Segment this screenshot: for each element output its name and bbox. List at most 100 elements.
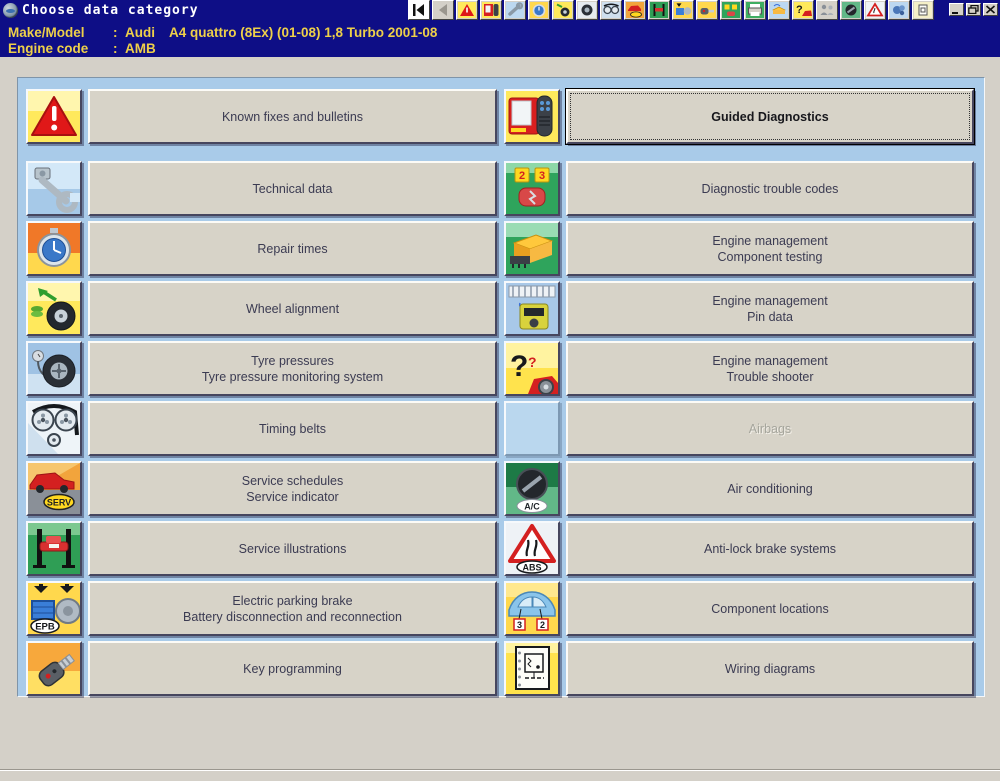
make-model-label: Make/Model: [8, 25, 113, 40]
timing-belts-toolbar-button[interactable]: [600, 0, 622, 20]
airbags-icon: [504, 401, 560, 456]
category-button-timing-belts[interactable]: Timing belts: [88, 401, 497, 456]
button-label: Technical data: [253, 181, 333, 197]
button-label: Known fixes and bulletins: [222, 109, 363, 125]
guided-diagnostics-toolbar-button[interactable]: [480, 0, 502, 20]
category-button-component-locations[interactable]: Component locations: [566, 581, 974, 636]
assistance-toolbar-button[interactable]: [816, 0, 838, 20]
key-programming-toolbar-button[interactable]: [696, 0, 718, 20]
wiring-diagrams-icon[interactable]: [504, 641, 560, 696]
category-button-abs[interactable]: Anti-lock brake systems: [566, 521, 974, 576]
air-conditioning-toolbar-button[interactable]: [840, 0, 862, 20]
category-button-repair-times[interactable]: Repair times: [88, 221, 497, 276]
component-locations-toolbar-button[interactable]: [912, 0, 934, 20]
service-schedules-icon: [626, 2, 644, 18]
category-row: SERV Service schedulesService indicator …: [26, 461, 984, 516]
category-button-tyre-pressures[interactable]: Tyre pressuresTyre pressure monitoring s…: [88, 341, 497, 396]
category-row: Known fixes and bulletins Guided Diagnos…: [26, 89, 984, 144]
repair-times-icon[interactable]: [26, 221, 82, 276]
air-conditioning-icon[interactable]: A/C: [504, 461, 560, 516]
restore-button[interactable]: [966, 3, 981, 16]
abs-icon: [866, 2, 884, 18]
electric-parking-brake-icon[interactable]: EPB: [26, 581, 82, 636]
category-row: Key programming Wiring diagrams: [26, 641, 984, 696]
abs-icon[interactable]: ABS: [504, 521, 560, 576]
category-button-wheel-alignment[interactable]: Wheel alignment: [88, 281, 497, 336]
button-label: Timing belts: [259, 421, 326, 437]
category-button-wiring-diagrams[interactable]: Wiring diagrams: [566, 641, 974, 696]
service-schedules-toolbar-button[interactable]: [624, 0, 646, 20]
button-label: Air conditioning: [727, 481, 812, 497]
technical-data-icon: [506, 2, 524, 18]
guided-diagnostics-icon[interactable]: [504, 89, 560, 144]
guided-diagnostics-icon: [482, 2, 500, 18]
wiring-diagrams-toolbar-button[interactable]: [888, 0, 910, 20]
category-button-guided-diagnostics[interactable]: Guided Diagnostics: [566, 89, 974, 144]
tyre-pressures-icon[interactable]: [26, 341, 82, 396]
wheel-alignment-icon: [554, 2, 572, 18]
repair-times-icon: [530, 2, 548, 18]
category-panel: Known fixes and bulletins Guided Diagnos…: [17, 77, 985, 697]
component-locations-icon[interactable]: 32: [504, 581, 560, 636]
svg-text:3: 3: [539, 170, 545, 182]
diagnostic-trouble-codes-toolbar-button[interactable]: [720, 0, 742, 20]
component-locations-icon: [914, 2, 932, 18]
category-button-known-fixes[interactable]: Known fixes and bulletins: [88, 89, 497, 144]
category-button-diagnostic-trouble-codes[interactable]: Diagnostic trouble codes: [566, 161, 974, 216]
tyre-pressures-toolbar-button[interactable]: [576, 0, 598, 20]
technical-data-icon[interactable]: [26, 161, 82, 216]
electric-parking-brake-icon: [674, 2, 692, 18]
button-label: Repair times: [257, 241, 327, 257]
minimize-button[interactable]: [949, 3, 964, 16]
known-fixes-toolbar-button[interactable]: [456, 0, 478, 20]
timing-belts-icon: [602, 2, 620, 18]
button-label: Service schedules: [242, 473, 343, 489]
assistance-icon: [818, 2, 836, 18]
main-background: Known fixes and bulletins Guided Diagnos…: [0, 57, 1000, 724]
close-button[interactable]: [983, 3, 998, 16]
abs-toolbar-button[interactable]: [864, 0, 886, 20]
category-button-engine-trouble-shooter[interactable]: Engine managementTrouble shooter: [566, 341, 974, 396]
back-icon: [434, 2, 452, 18]
category-button-service-schedules[interactable]: Service schedulesService indicator: [88, 461, 497, 516]
technical-data-toolbar-button[interactable]: [504, 0, 526, 20]
button-label: Engine management: [712, 353, 827, 369]
category-button-engine-component-testing[interactable]: Engine managementComponent testing: [566, 221, 974, 276]
make-value: Audi: [125, 25, 155, 40]
known-fixes-icon[interactable]: [26, 89, 82, 144]
print-toolbar-button[interactable]: [744, 0, 766, 20]
diagnostic-trouble-codes-icon[interactable]: 23: [504, 161, 560, 216]
engine-code-label: Engine code: [8, 41, 113, 56]
component-testing-icon[interactable]: [504, 221, 560, 276]
repair-times-toolbar-button[interactable]: [528, 0, 550, 20]
category-button-key-programming[interactable]: Key programming: [88, 641, 497, 696]
category-button-engine-pin-data[interactable]: Engine managementPin data: [566, 281, 974, 336]
timing-belts-icon[interactable]: [26, 401, 82, 456]
category-button-electric-parking-brake[interactable]: Electric parking brakeBattery disconnect…: [88, 581, 497, 636]
wheel-alignment-icon[interactable]: [26, 281, 82, 336]
category-button-technical-data[interactable]: Technical data: [88, 161, 497, 216]
key-programming-icon[interactable]: [26, 641, 82, 696]
category-button-service-illustrations[interactable]: Service illustrations: [88, 521, 497, 576]
service-illustrations-icon[interactable]: [26, 521, 82, 576]
button-label: Trouble shooter: [726, 369, 813, 385]
button-label: Battery disconnection and reconnection: [183, 609, 402, 625]
category-button-air-conditioning[interactable]: Air conditioning: [566, 461, 974, 516]
key-programming-icon: [698, 2, 716, 18]
service-schedules-icon[interactable]: SERV: [26, 461, 82, 516]
back-button[interactable]: [432, 0, 454, 20]
trouble-shooter-icon[interactable]: ??: [504, 341, 560, 396]
button-label: Service indicator: [246, 489, 338, 505]
button-label: Component testing: [718, 249, 823, 265]
make-model-row: Make/Model:AudiA4 quattro (8Ex) (01-08) …: [8, 25, 437, 40]
trouble-shooter-toolbar-button[interactable]: ?: [792, 0, 814, 20]
service-illustrations-toolbar-button[interactable]: [648, 0, 670, 20]
electric-parking-brake-toolbar-button[interactable]: [672, 0, 694, 20]
pin-data-icon[interactable]: [504, 281, 560, 336]
button-label: Engine management: [712, 293, 827, 309]
wheel-alignment-toolbar-button[interactable]: [552, 0, 574, 20]
first-page-button[interactable]: [408, 0, 430, 20]
statusbar-divider: [0, 769, 1000, 771]
window-title: Choose data category: [22, 3, 199, 18]
component-testing-toolbar-button[interactable]: [768, 0, 790, 20]
